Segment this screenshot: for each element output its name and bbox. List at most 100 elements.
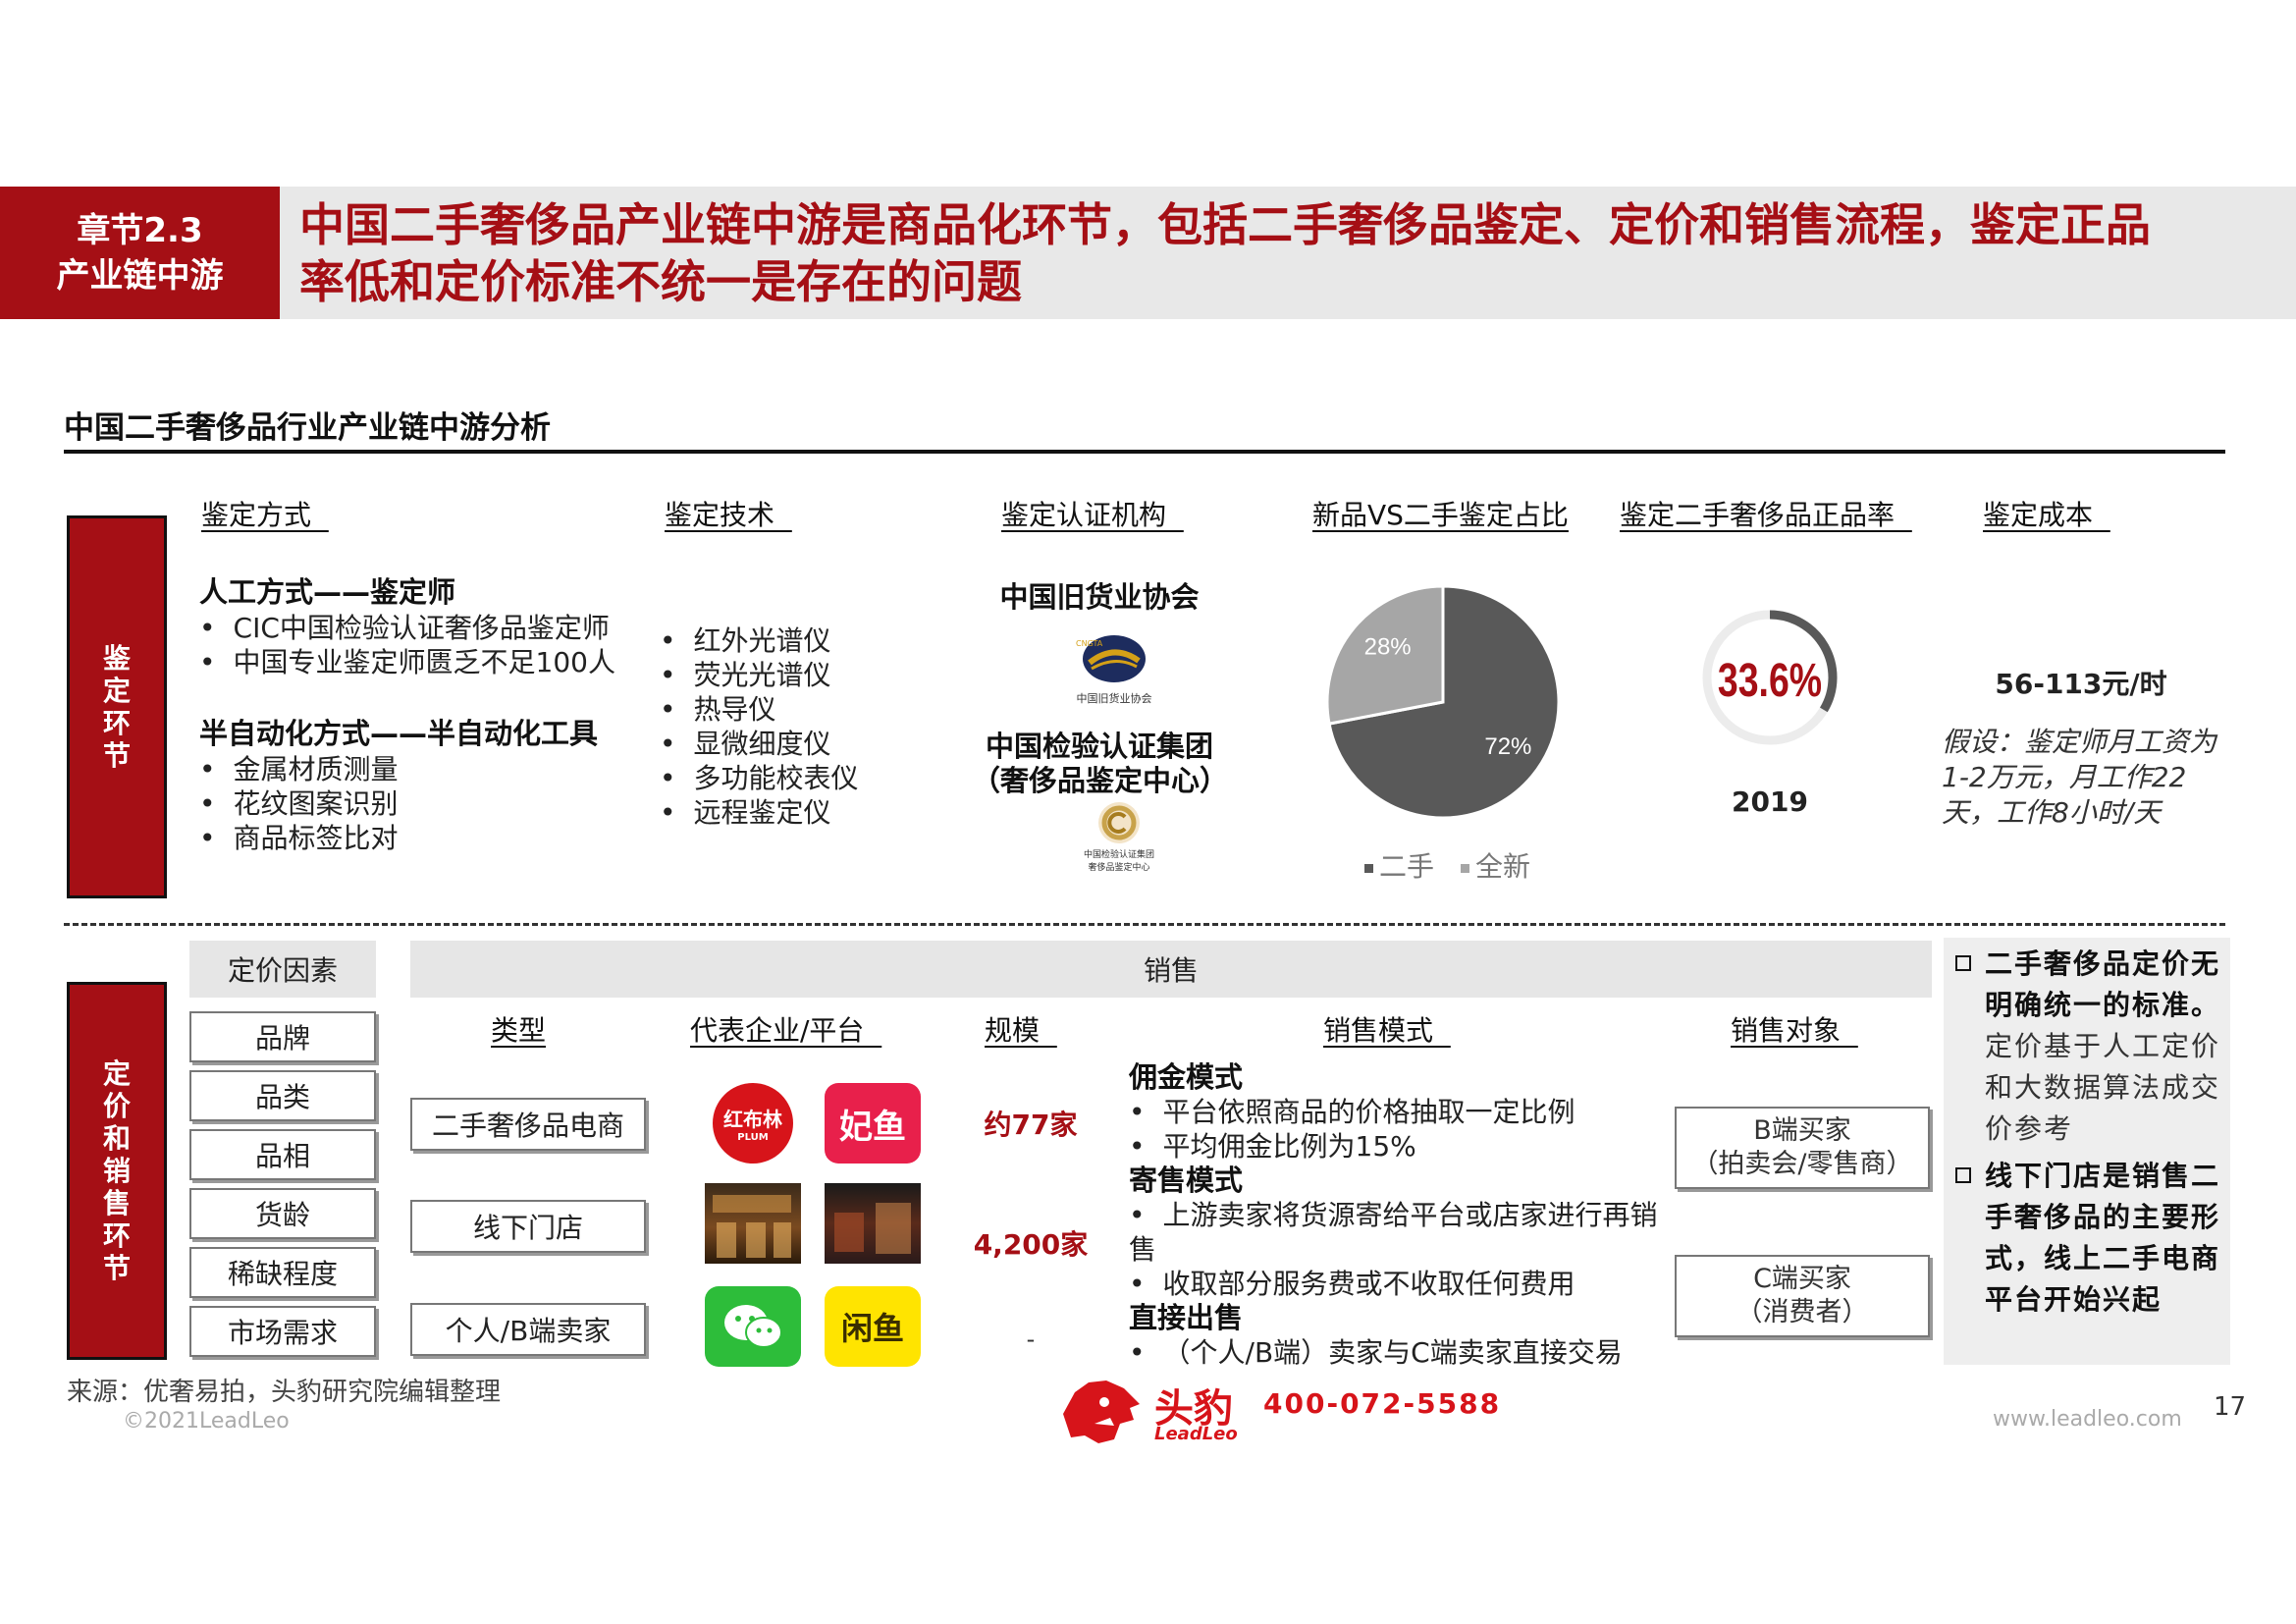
buyer-b-title: B端买家 [1753, 1115, 1851, 1146]
side-label-appraisal: 鉴 定 环 节 [67, 515, 167, 898]
list-item: 花纹图案识别 [199, 786, 631, 821]
cost-value: 56-113元/时 [1995, 668, 2167, 700]
org-1-name: 中国旧货业协会 [999, 580, 1200, 614]
list-item: 商品标签比对 [199, 821, 631, 855]
mode-consign-list: 上游卖家将货源寄给平台或店家进行再销售 收取部分服务费或不收取任何费用 [1129, 1198, 1669, 1301]
list-item: 中国专业鉴定师匮乏不足100人 [199, 645, 631, 679]
list-item: 红外光谱仪 [660, 623, 915, 658]
section-title: 中国二手奢侈品行业产业链中游分析 [64, 410, 551, 446]
side-char: 环 [102, 707, 131, 739]
col-head-method: 鉴定方式 [201, 499, 329, 531]
mode-consign-title: 寄售模式 [1129, 1164, 1244, 1197]
mode-commission-list: 平台依照商品的价格抽取一定比例 平均佣金比例为15% [1129, 1095, 1669, 1164]
list-item: 远程鉴定仪 [660, 795, 915, 830]
semi-method-title: 半自动化方式——半自动化工具 [199, 717, 599, 750]
list-item: 金属材质测量 [199, 752, 631, 786]
ccic-logo-text-2: 奢侈品鉴定中心 [1088, 863, 1150, 873]
buyer-c-detail: （消费者） [1735, 1297, 1869, 1327]
authenticity-rate-year: 2019 [1732, 785, 1808, 818]
ccic-logo-text-1: 中国检验认证集团 [1083, 850, 1154, 860]
scale-online: 约77家 [984, 1109, 1078, 1141]
phone-number: 400-072-5588 [1263, 1387, 1502, 1420]
buyer-b-detail: （拍卖会/零售商） [1691, 1149, 1913, 1179]
factor-condition: 品相 [189, 1129, 376, 1180]
ratio-pie-chart: 72% 28% 二手 全新 [1325, 584, 1561, 883]
hongbulin-logo-sub: PLUM [737, 1132, 769, 1143]
copyright: ©2021LeadLeo [123, 1409, 290, 1434]
col-head-cost: 鉴定成本 [1983, 499, 2110, 531]
brand-name-en: LeadLeo [1154, 1424, 1238, 1444]
list-item: 荧光光谱仪 [660, 658, 915, 692]
manual-method-title: 人工方式——鉴定师 [199, 575, 456, 609]
side-char: 环 [102, 1219, 131, 1252]
side-char: 销 [102, 1155, 131, 1187]
chapter-subtitle: 产业链中游 [56, 255, 224, 296]
scale-offline: 4,200家 [973, 1228, 1089, 1261]
manual-method-list: CIC中国检验认证奢侈品鉴定师 中国专业鉴定师匮乏不足100人 [199, 611, 631, 679]
type-individual-seller: 个人/B端卖家 [410, 1303, 646, 1356]
wechat-logo [705, 1286, 801, 1367]
side-char: 和 [102, 1122, 131, 1155]
legend-label-0: 二手 [1379, 850, 1434, 883]
notes-panel: 二手奢侈品定价无明确统一的标准。定价基于人工定价和大数据算法成交价参考 线下门店… [1944, 938, 2230, 1365]
note-pricing-rest: 定价基于人工定价和大数据算法成交价参考 [1985, 1030, 2221, 1145]
col-head-mode: 销售模式 [1323, 1014, 1451, 1047]
side-char: 节 [102, 739, 131, 772]
col-head-type: 类型 [491, 1014, 547, 1047]
chapter-badge: 章节2.3 产业链中游 [0, 187, 280, 319]
list-item: 收取部分服务费或不收取任何费用 [1129, 1267, 1669, 1301]
factor-brand: 品牌 [189, 1011, 376, 1062]
scale-individual: - [1026, 1326, 1036, 1353]
org-2-subname: （奢侈品鉴定中心） [972, 764, 1229, 797]
pie-slice-label-1: 28% [1364, 634, 1412, 661]
col-head-company: 代表企业/平台 [690, 1014, 882, 1047]
sales-header: 销售 [410, 941, 1932, 998]
chapter-number: 章节2.3 [77, 210, 203, 250]
side-char: 定 [102, 1057, 131, 1090]
side-char: 节 [102, 1252, 131, 1284]
section-divider [64, 450, 2225, 454]
legend-swatch-0 [1364, 864, 1373, 873]
source-note: 来源：优奢易拍，头豹研究院编辑整理 [67, 1378, 502, 1407]
page-title: 中国二手奢侈品产业链中游是商品化环节，包括二手奢侈品鉴定、定价和销售流程，鉴定正… [299, 196, 2282, 310]
col-head-org: 鉴定认证机构 [1001, 499, 1184, 531]
factor-age: 货龄 [189, 1188, 376, 1239]
page-title-line-1: 中国二手奢侈品产业链中游是商品化环节，包括二手奢侈品鉴定、定价和销售流程，鉴定正… [299, 198, 2151, 251]
type-online-platform: 二手奢侈品电商 [410, 1098, 646, 1151]
list-item: 平均佣金比例为15% [1129, 1129, 1669, 1164]
note-pricing-bold: 二手奢侈品定价无明确统一的标准。 [1985, 947, 2221, 1021]
page-title-line-2: 率低和定价标准不统一是存在的问题 [299, 255, 1022, 308]
buyer-c-title: C端买家 [1753, 1264, 1851, 1294]
side-label-pricing-sales: 定 价 和 销 售 环 节 [67, 982, 167, 1360]
legend-label-1: 全新 [1475, 850, 1530, 883]
tech-list: 红外光谱仪 荧光光谱仪 热导仪 显微细度仪 多功能校表仪 远程鉴定仪 [660, 623, 915, 830]
list-item: 平台依照商品的价格抽取一定比例 [1129, 1095, 1669, 1129]
legend-swatch-1 [1461, 864, 1469, 873]
buyer-b-box: B端买家 （拍卖会/零售商） [1675, 1107, 1930, 1189]
note-pricing: 二手奢侈品定价无明确统一的标准。定价基于人工定价和大数据算法成交价参考 [1955, 944, 2220, 1150]
pricing-factors-header: 定价因素 [189, 941, 376, 998]
buyer-c-box: C端买家 （消费者） [1675, 1255, 1930, 1337]
list-item: CIC中国检验认证奢侈品鉴定师 [199, 611, 631, 645]
list-item: 显微细度仪 [660, 727, 915, 761]
semi-method-list: 金属材质测量 花纹图案识别 商品标签比对 [199, 752, 631, 855]
store-photo-2 [825, 1183, 921, 1264]
list-item: （个人/B端）卖家与C端卖家直接交易 [1129, 1335, 1669, 1370]
side-char: 定 [102, 675, 131, 707]
pie-slice-label-0: 72% [1484, 733, 1531, 760]
cngta-logo: CNGTA 中国旧货业协会 [1070, 633, 1158, 706]
col-head-ratio: 新品VS二手鉴定占比 [1312, 499, 1569, 531]
hongbulin-logo-text: 红布林 [723, 1108, 782, 1131]
side-char: 价 [102, 1090, 131, 1122]
hongbulin-logo: 红布林 PLUM [705, 1083, 801, 1164]
xianyu-logo: 闲鱼 [825, 1286, 921, 1367]
side-char: 售 [102, 1187, 131, 1219]
hongbulin-logo-badge: 红布林 PLUM [713, 1083, 793, 1164]
mode-direct-list: （个人/B端）卖家与C端卖家直接交易 [1129, 1335, 1669, 1370]
list-item: 热导仪 [660, 692, 915, 727]
sales-mode-column: 佣金模式 平台依照商品的价格抽取一定比例 平均佣金比例为15% 寄售模式 上游卖… [1129, 1060, 1669, 1370]
note-sales: 线下门店是销售二手奢侈品的主要形式，线上二手电商平台开始兴起 [1955, 1156, 2220, 1321]
checkbox-bullet-icon [1955, 955, 1971, 971]
store-photo-1 [705, 1183, 801, 1264]
ccic-logo-icon [1098, 802, 1140, 843]
